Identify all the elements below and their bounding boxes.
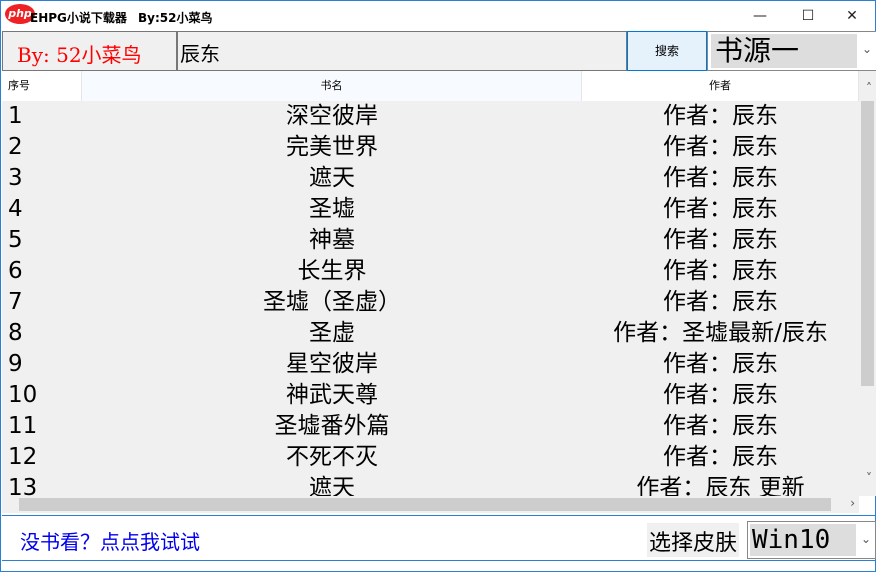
row-title: 深空彼岸 — [286, 103, 378, 129]
table-row[interactable]: 13 遮天 作者：辰东 更新 — [2, 473, 859, 496]
window-title: EHPG小说下载器 — [30, 11, 127, 25]
row-index: 9 — [8, 351, 23, 377]
close-button[interactable]: ✕ — [829, 2, 875, 31]
row-title: 长生界 — [297, 258, 367, 284]
row-index: 10 — [8, 382, 38, 408]
row-title: 圣墟 — [309, 196, 355, 222]
skin-label: 选择皮肤 — [647, 523, 740, 557]
row-author: 作者：辰东 — [663, 258, 778, 284]
table-row[interactable]: 7 圣墟（圣虚） 作者：辰东 — [2, 287, 859, 318]
row-author: 作者：辰东 — [663, 351, 778, 377]
row-author: 作者：圣墟最新/辰东 — [613, 320, 828, 346]
row-title: 完美世界 — [286, 134, 378, 160]
row-index: 8 — [8, 320, 23, 346]
skin-selected: Win10 — [750, 524, 856, 556]
row-index: 11 — [8, 413, 38, 439]
table-row[interactable]: 10 神武天尊 作者：辰东 — [2, 380, 859, 411]
row-author: 作者：辰东 — [663, 103, 778, 129]
row-title: 圣墟（圣虚） — [263, 289, 401, 315]
chevron-right-icon: › — [850, 496, 855, 510]
table-row[interactable]: 6 长生界 作者：辰东 — [2, 256, 859, 287]
row-index: 3 — [8, 165, 23, 191]
search-button[interactable]: 搜索 — [627, 31, 707, 71]
window-byline: By:52小菜鸟 — [138, 11, 213, 25]
row-index: 12 — [8, 444, 38, 470]
table-row[interactable]: 9 星空彼岸 作者：辰东 — [2, 349, 859, 380]
chevron-down-icon: ⌄ — [861, 42, 872, 56]
row-title: 神武天尊 — [286, 382, 378, 408]
table-row[interactable]: 8 圣虚 作者：圣墟最新/辰东 — [2, 318, 859, 349]
search-input[interactable]: 辰东 — [177, 31, 627, 71]
table-row[interactable]: 4 圣墟 作者：辰东 — [2, 194, 859, 225]
row-author: 作者：辰东 — [663, 382, 778, 408]
row-author: 作者：辰东 — [663, 444, 778, 470]
skin-select[interactable]: Win10 ⌄ — [747, 521, 876, 559]
row-author: 作者：辰东 — [663, 134, 778, 160]
chevron-down-icon: ⌄ — [860, 532, 871, 546]
table-row[interactable]: 1 深空彼岸 作者：辰东 — [2, 101, 859, 132]
brand-label: By: 52小菜鸟 — [2, 31, 177, 71]
try-me-link[interactable]: 没书看？点点我试试 — [20, 526, 200, 555]
table-header: 序号 书名 作者 — [2, 71, 859, 101]
row-index: 6 — [8, 258, 23, 284]
row-index: 1 — [8, 103, 23, 129]
row-title: 遮天 — [309, 475, 355, 496]
column-header-author[interactable]: 作者 — [582, 71, 859, 101]
scroll-thumb[interactable] — [19, 498, 831, 511]
row-author: 作者：辰东 — [663, 289, 778, 315]
row-title: 不死不灭 — [286, 444, 378, 470]
row-title: 神墓 — [309, 227, 355, 253]
maximize-button[interactable]: ☐ — [785, 2, 831, 31]
table-row[interactable]: 3 遮天 作者：辰东 — [2, 163, 859, 194]
row-title: 星空彼岸 — [286, 351, 378, 377]
row-author: 作者：辰东 — [663, 196, 778, 222]
source-select[interactable]: 书源一 ⌄ — [707, 31, 876, 71]
chevron-up-icon: ˄ — [866, 81, 872, 95]
row-title: 圣虚 — [309, 320, 355, 346]
title-bar: php EHPG小说下载器 By:52小菜鸟 — ☐ ✕ — [2, 2, 874, 31]
row-author: 作者：辰东 — [663, 413, 778, 439]
minimize-button[interactable]: — — [737, 2, 783, 31]
column-header-title[interactable]: 书名 — [82, 71, 582, 101]
row-index: 4 — [8, 196, 23, 222]
row-index: 13 — [8, 475, 38, 496]
table-row[interactable]: 12 不死不灭 作者：辰东 — [2, 442, 859, 473]
row-author: 作者：辰东 — [663, 165, 778, 191]
table-row[interactable]: 2 完美世界 作者：辰东 — [2, 132, 859, 163]
column-header-index[interactable]: 序号 — [2, 71, 82, 101]
table-row[interactable]: 11 圣墟番外篇 作者：辰东 — [2, 411, 859, 442]
row-author: 作者：辰东 更新 — [636, 475, 805, 496]
row-index: 2 — [8, 134, 23, 160]
book-table: 序号 书名 作者 1 深空彼岸 作者：辰东 2 完美世界 作者：辰东 3 遮天 作者：辰东 4 圣墟… — [2, 71, 859, 496]
vertical-scrollbar[interactable]: ˄ ˅ — [859, 71, 876, 496]
chevron-down-icon: ˅ — [866, 471, 872, 485]
horizontal-scrollbar[interactable]: › — [2, 496, 859, 513]
row-author: 作者：辰东 — [663, 227, 778, 253]
source-selected: 书源一 — [711, 34, 857, 68]
row-title: 遮天 — [309, 165, 355, 191]
row-index: 5 — [8, 227, 23, 253]
table-row[interactable]: 5 神墓 作者：辰东 — [2, 225, 859, 256]
footer-bar: 没书看？点点我试试 选择皮肤 Win10 ⌄ — [2, 515, 876, 561]
row-index: 7 — [8, 289, 23, 315]
scroll-thumb[interactable] — [861, 101, 874, 386]
app-window: php EHPG小说下载器 By:52小菜鸟 — ☐ ✕ By: 52小菜鸟 辰… — [0, 0, 876, 572]
row-title: 圣墟番外篇 — [274, 413, 390, 439]
